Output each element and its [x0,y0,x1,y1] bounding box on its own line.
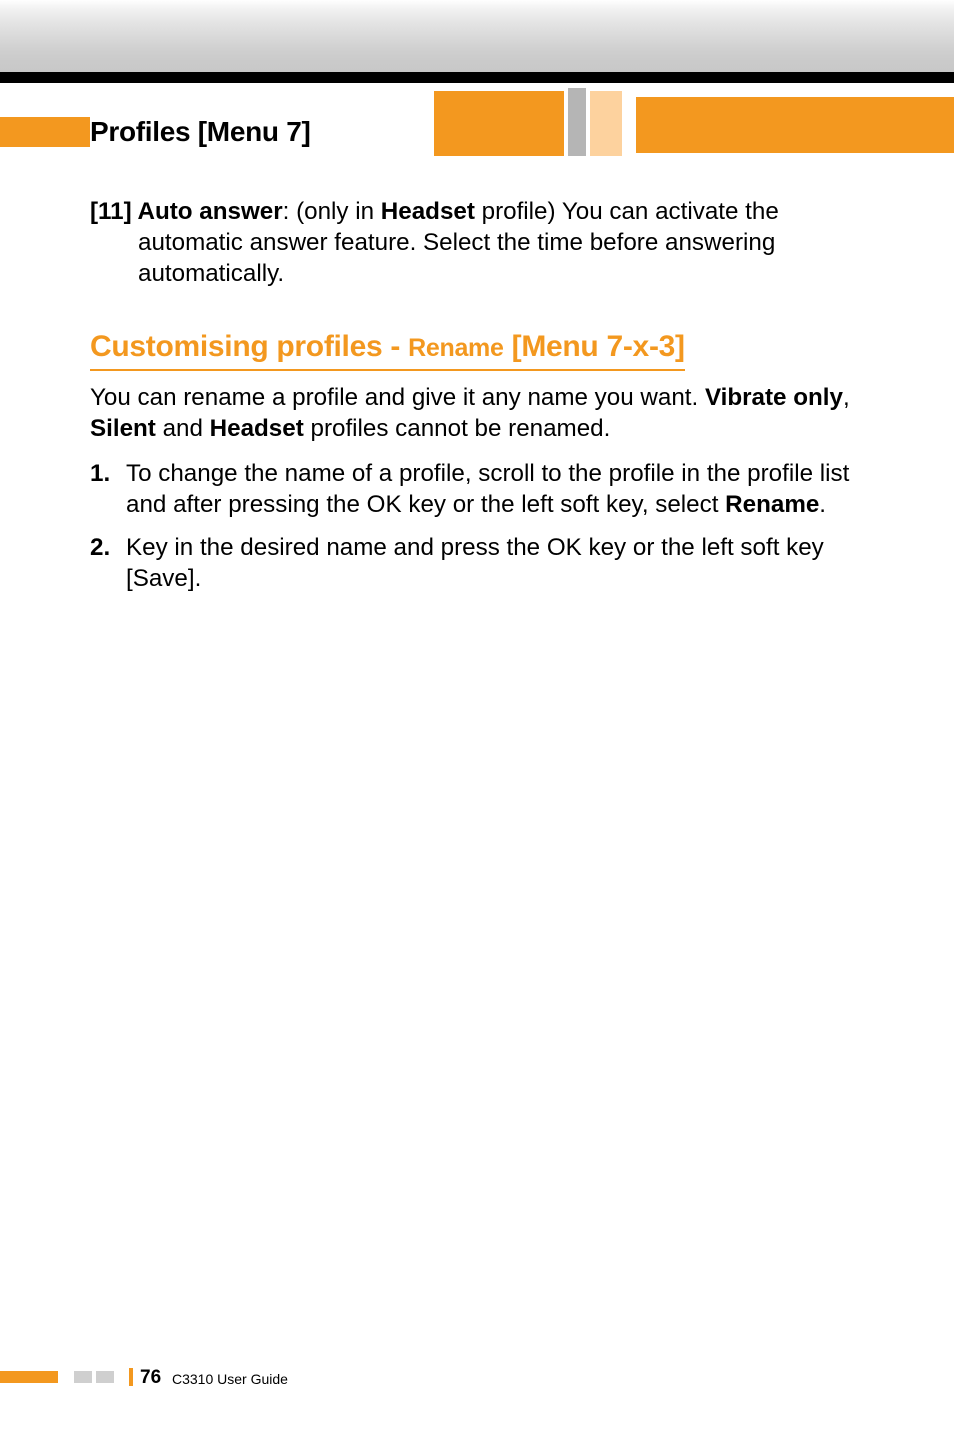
item-11-label: [11] Auto answer [90,198,283,225]
rename-intro-paragraph: You can rename a profile and give it any… [90,383,886,445]
item-11-colon: : (only in [283,198,381,225]
top-gradient-band [0,0,954,72]
rename-intro-vibrate: Vibrate only [705,384,843,411]
step-1-number: 1. [90,459,126,521]
heading-customising: Customising profiles - Rename [Menu 7-x-… [90,328,886,383]
h2-part2: [Menu 7-x-3] [504,330,685,363]
rename-intro-t3: and [156,415,210,442]
rename-intro-headset: Headset [210,415,304,442]
footer-bar-orange [0,1371,58,1383]
step-2-body: Key in the desired name and press the OK… [126,533,886,595]
footer-divider [129,1368,133,1386]
rename-intro-silent: Silent [90,415,156,442]
rename-intro-t4: profiles cannot be renamed. [304,415,611,442]
page-number: 76 [140,1367,161,1389]
page-footer: 76 C3310 User Guide [0,1367,954,1389]
page-content: [11] Auto answer: (only in Headset profi… [90,197,886,607]
step-2: 2. Key in the desired name and press the… [90,533,886,595]
step-1: 1. To change the name of a profile, scro… [90,459,886,521]
footer-bar-gray-1 [74,1371,92,1383]
footer-guide-label: C3310 User Guide [172,1371,288,1387]
h2-rename: Rename [408,334,503,362]
footer-bar-gray-2 [96,1371,114,1383]
top-black-bar [0,72,954,83]
section-title: Profiles [Menu 7] [90,108,311,148]
rename-intro-t1: You can rename a profile and give it any… [90,384,705,411]
h2-part1: Customising profiles - [90,330,408,363]
header-orange-strip [0,117,90,147]
step-1-body: To change the name of a profile, scroll … [126,459,886,521]
item-11-headset: Headset [381,198,475,225]
rename-intro-t2: , [843,384,850,411]
item-11-paragraph: [11] Auto answer: (only in Headset profi… [90,197,886,290]
step-1-dot: . [819,491,826,518]
header-row: Profiles [Menu 7] [0,108,954,156]
step-2-number: 2. [90,533,126,595]
step-1-rename: Rename [725,491,819,518]
